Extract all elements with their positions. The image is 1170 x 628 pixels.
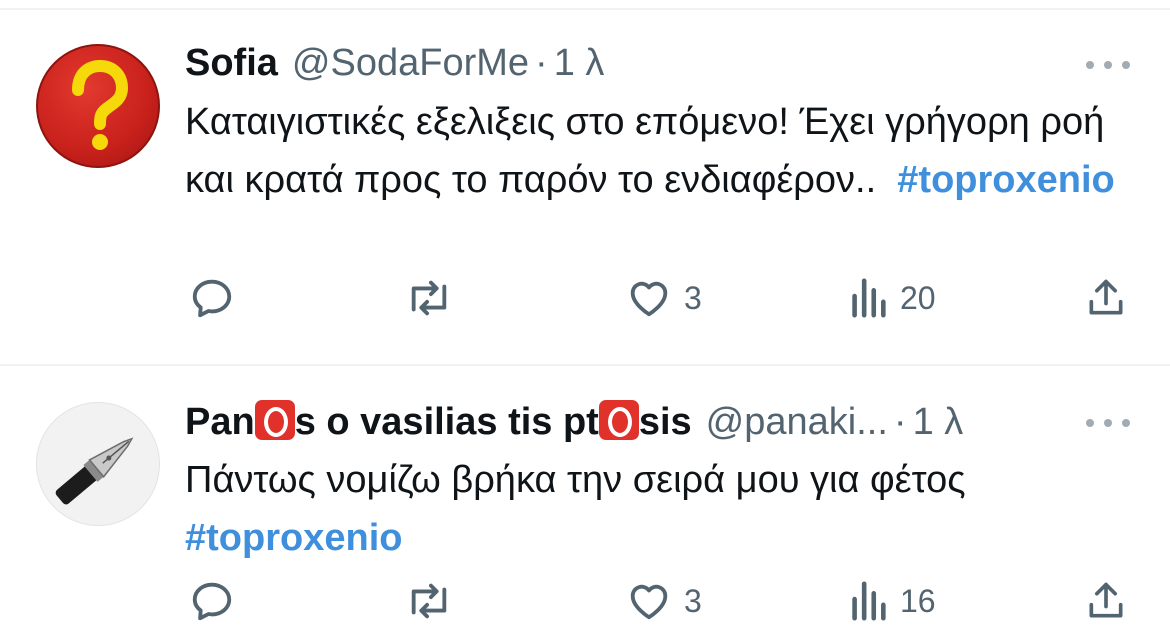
separator: · — [535, 42, 548, 84]
views-button[interactable]: 20 — [848, 275, 936, 321]
timestamp[interactable]: 1 λ — [554, 42, 605, 85]
retweet-icon — [411, 583, 447, 619]
more-options-icon[interactable] — [1086, 413, 1130, 433]
user-handle[interactable]: @panaki... — [706, 401, 888, 444]
action-bar: 3 16 — [0, 578, 1170, 628]
top-divider — [0, 8, 1170, 10]
like-button[interactable]: 3 — [626, 578, 702, 624]
display-name-part-3: sis — [638, 401, 692, 443]
tweet-body-text: Πάντως νομίζω βρήκα την σειρά μου για φέ… — [185, 459, 966, 501]
like-button[interactable]: 3 — [626, 275, 702, 321]
display-name[interactable]: Sofia — [185, 42, 278, 85]
tweet-divider — [0, 364, 1170, 366]
retweet-icon — [411, 280, 447, 316]
display-name-part-1: Pan — [185, 401, 255, 443]
reply-button[interactable] — [189, 578, 235, 624]
hashtag-link[interactable]: #toproxenio — [897, 159, 1114, 201]
user-handle[interactable]: @SodaForMe — [292, 42, 529, 85]
views-chart-icon — [852, 278, 886, 318]
heart-icon — [630, 584, 668, 620]
avatar[interactable] — [36, 402, 160, 526]
share-icon — [1089, 582, 1123, 618]
timestamp[interactable]: 1 λ — [913, 401, 964, 444]
reply-icon — [192, 582, 232, 621]
display-name-part-2: s o vasilias tis pt — [294, 401, 599, 443]
tweet-header: Sofia @SodaForMe · 1 λ — [185, 42, 604, 85]
share-button[interactable] — [1084, 275, 1128, 321]
question-mark-icon — [72, 59, 129, 150]
views-count: 20 — [900, 279, 936, 316]
views-chart-icon — [852, 581, 886, 621]
reply-button[interactable] — [189, 275, 235, 321]
share-button[interactable] — [1084, 578, 1128, 624]
more-options-icon[interactable] — [1086, 55, 1130, 75]
like-count: 3 — [684, 582, 702, 619]
views-count: 16 — [900, 582, 936, 619]
like-count: 3 — [684, 279, 702, 316]
share-icon — [1089, 279, 1123, 315]
tweet-text: Πάντως νομίζω βρήκα την σειρά μου για φέ… — [185, 451, 1145, 567]
fountain-pen-icon — [55, 437, 134, 505]
red-o-emoji-icon — [254, 400, 295, 440]
retweet-button[interactable] — [404, 578, 454, 624]
red-o-emoji-icon — [598, 400, 639, 440]
tweet-text: Καταιγιστικές εξελιξεις στο επόμενο! Έχε… — [185, 93, 1145, 209]
retweet-button[interactable] — [404, 275, 454, 321]
views-button[interactable]: 16 — [848, 578, 936, 624]
reply-icon — [192, 279, 232, 318]
action-bar: 3 20 — [0, 275, 1170, 325]
hashtag-link[interactable]: #toproxenio — [185, 517, 402, 559]
avatar[interactable] — [36, 44, 160, 168]
separator: · — [893, 401, 907, 443]
tweet-header: Pan s o vasilias tis pt sis @panaki... · 1… — [185, 400, 963, 444]
heart-icon — [630, 281, 668, 317]
display-name[interactable]: Pan s o vasilias tis pt sis — [185, 400, 692, 444]
